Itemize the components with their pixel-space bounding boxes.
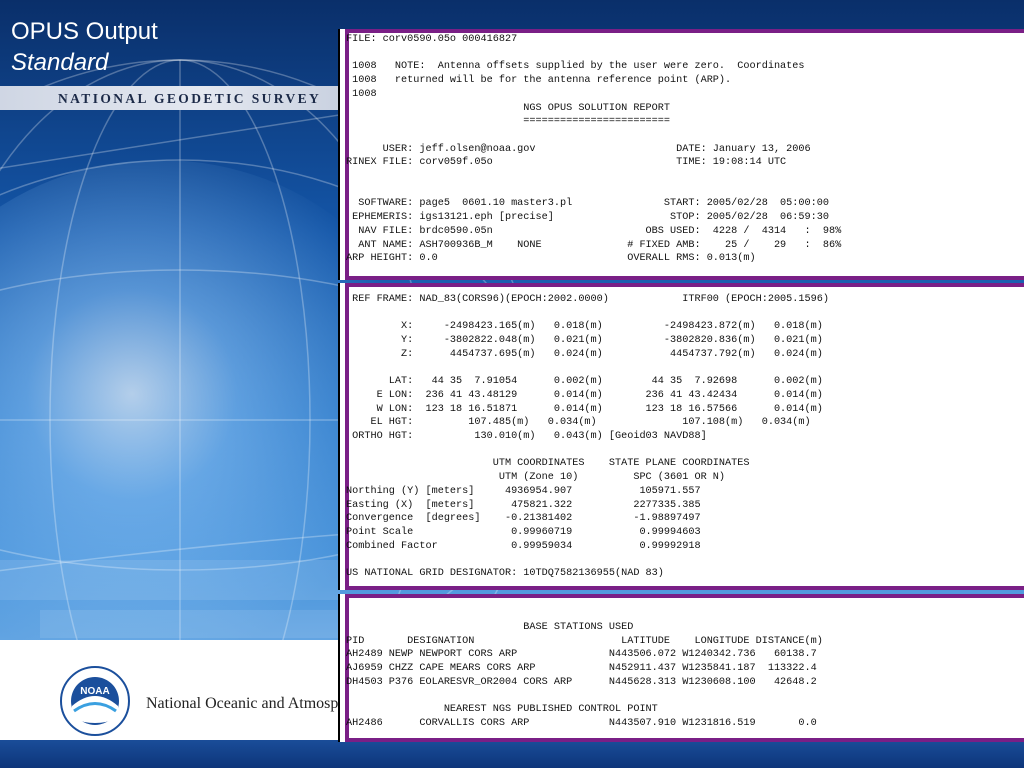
report-coordinates-line: UTM (Zone 10) SPC (3601 OR N): [498, 472, 726, 484]
report-coordinates-line: EL HGT: 107.485(m) 0.034(m) 107.108(m) 0…: [370, 417, 811, 429]
report-base-stations-line: PID DESIGNATION LATITUDE LONGITUDE DISTA…: [346, 635, 823, 647]
report-header-line: ANT NAME: ASH700936B_M NONE # FIXED AMB:…: [358, 239, 842, 251]
report-header-line: 1008 NOTE: Antenna offsets supplied by t…: [352, 61, 805, 73]
report-header-line: RINEX FILE: corv059f.05o TIME: 19:08:14 …: [346, 157, 787, 169]
report-header-line: ARP HEIGHT: 0.0 OVERALL RMS: 0.013(m): [346, 253, 756, 265]
ngs-banner: NATIONAL GEODETIC SURVEY: [0, 86, 340, 110]
report-header-line: USER: jeff.olsen@noaa.gov DATE: January …: [382, 143, 811, 155]
report-coordinates-line: Point Scale 0.99960719 0.99994603: [346, 526, 701, 538]
report-base-stations-line: AH2489 NEWP NEWPORT CORS ARP N443506.072…: [346, 649, 817, 661]
report-coordinates-line: Easting (X) [meters] 475821.322 2277335.…: [346, 499, 701, 511]
report-coordinates-line: W LON: 123 18 16.51871 0.014(m) 123 18 1…: [376, 403, 823, 415]
report-coordinates-line: UTM COORDINATES STATE PLANE COORDINATES: [492, 458, 750, 470]
report-base-stations-line: NEAREST NGS PUBLISHED CONTROL POINT: [443, 704, 658, 716]
report-header-line: SOFTWARE: page5 0601.10 master3.pl START…: [358, 198, 829, 210]
report-coordinates-text: REF FRAME: NAD_83(CORS96)(EPOCH:2002.000…: [346, 293, 829, 581]
report-header-line: NAV FILE: brdc0590.05n OBS USED: 4228 / …: [358, 225, 842, 237]
noaa-logo-icon: NOAA: [60, 666, 130, 736]
report-base-stations-text: BASE STATIONS USED PID DESIGNATION LATIT…: [346, 621, 823, 731]
report-coordinates-line: E LON: 236 41 43.48129 0.014(m) 236 41 4…: [376, 389, 823, 401]
footer-bar: [0, 740, 1024, 768]
report-header-line: 1008 returned will be for the antenna re…: [352, 75, 732, 87]
report-base-stations-line: DH4503 P376 EOLARESVR_OR2004 CORS ARP N4…: [346, 676, 817, 688]
slide-subtitle: Standard: [11, 49, 109, 76]
report-coordinates-line: Z: 4454737.695(m) 0.024(m) 4454737.792(m…: [401, 348, 823, 360]
report-coordinates-line: Y: -3802822.048(m) 0.021(m) -3802820.836…: [401, 335, 823, 347]
report-coordinates-line: Northing (Y) [meters] 4936954.907 105971…: [346, 485, 701, 497]
report-base-stations-line: BASE STATIONS USED: [523, 622, 634, 633]
report-header-text: FILE: corv0590.05o 000416827 1008 NOTE: …: [346, 33, 841, 266]
report-base-stations-line: AH2486 CORVALLIS CORS ARP N443507.910 W1…: [346, 717, 817, 729]
report-panel-base-stations: BASE STATIONS USED PID DESIGNATION LATIT…: [338, 594, 1024, 742]
report-header-line: ========================: [523, 116, 671, 128]
noaa-logo-text: NOAA: [80, 686, 109, 697]
report-header-line: FILE: corv0590.05o 000416827: [346, 34, 518, 45]
report-coordinates-line: REF FRAME: NAD_83(CORS96)(EPOCH:2002.000…: [352, 294, 829, 305]
report-panel-coordinates: REF FRAME: NAD_83(CORS96)(EPOCH:2002.000…: [338, 283, 1024, 590]
report-coordinates-line: LAT: 44 35 7.91054 0.002(m) 44 35 7.9269…: [388, 376, 823, 388]
report-coordinates-line: ORTHO HGT: 130.010(m) 0.043(m) [Geoid03 …: [352, 431, 707, 443]
ngs-banner-text: NATIONAL GEODETIC SURVEY: [58, 91, 322, 106]
noaa-footer-text: National Oceanic and Atmosph: [146, 695, 338, 712]
report-coordinates-line: Convergence [degrees] -0.21381402 -1.988…: [346, 513, 701, 525]
report-coordinates-line: X: -2498423.165(m) 0.018(m) -2498423.872…: [401, 321, 823, 333]
report-coordinates-line: US NATIONAL GRID DESIGNATOR: 10TDQ758213…: [346, 568, 664, 580]
report-header-line: NGS OPUS SOLUTION REPORT: [523, 102, 671, 114]
report-panel-header: FILE: corv0590.05o 000416827 1008 NOTE: …: [338, 29, 1024, 280]
report-coordinates-line: Combined Factor 0.99959034 0.99992918: [346, 540, 701, 552]
report-header-line: EPHEMERIS: igs13121.eph [precise] STOP: …: [352, 212, 829, 224]
report-base-stations-line: AJ6959 CHZZ CAPE MEARS CORS ARP N452911.…: [346, 663, 817, 675]
slide-title: OPUS Output: [11, 18, 158, 45]
report-header-line: 1008: [352, 88, 377, 100]
